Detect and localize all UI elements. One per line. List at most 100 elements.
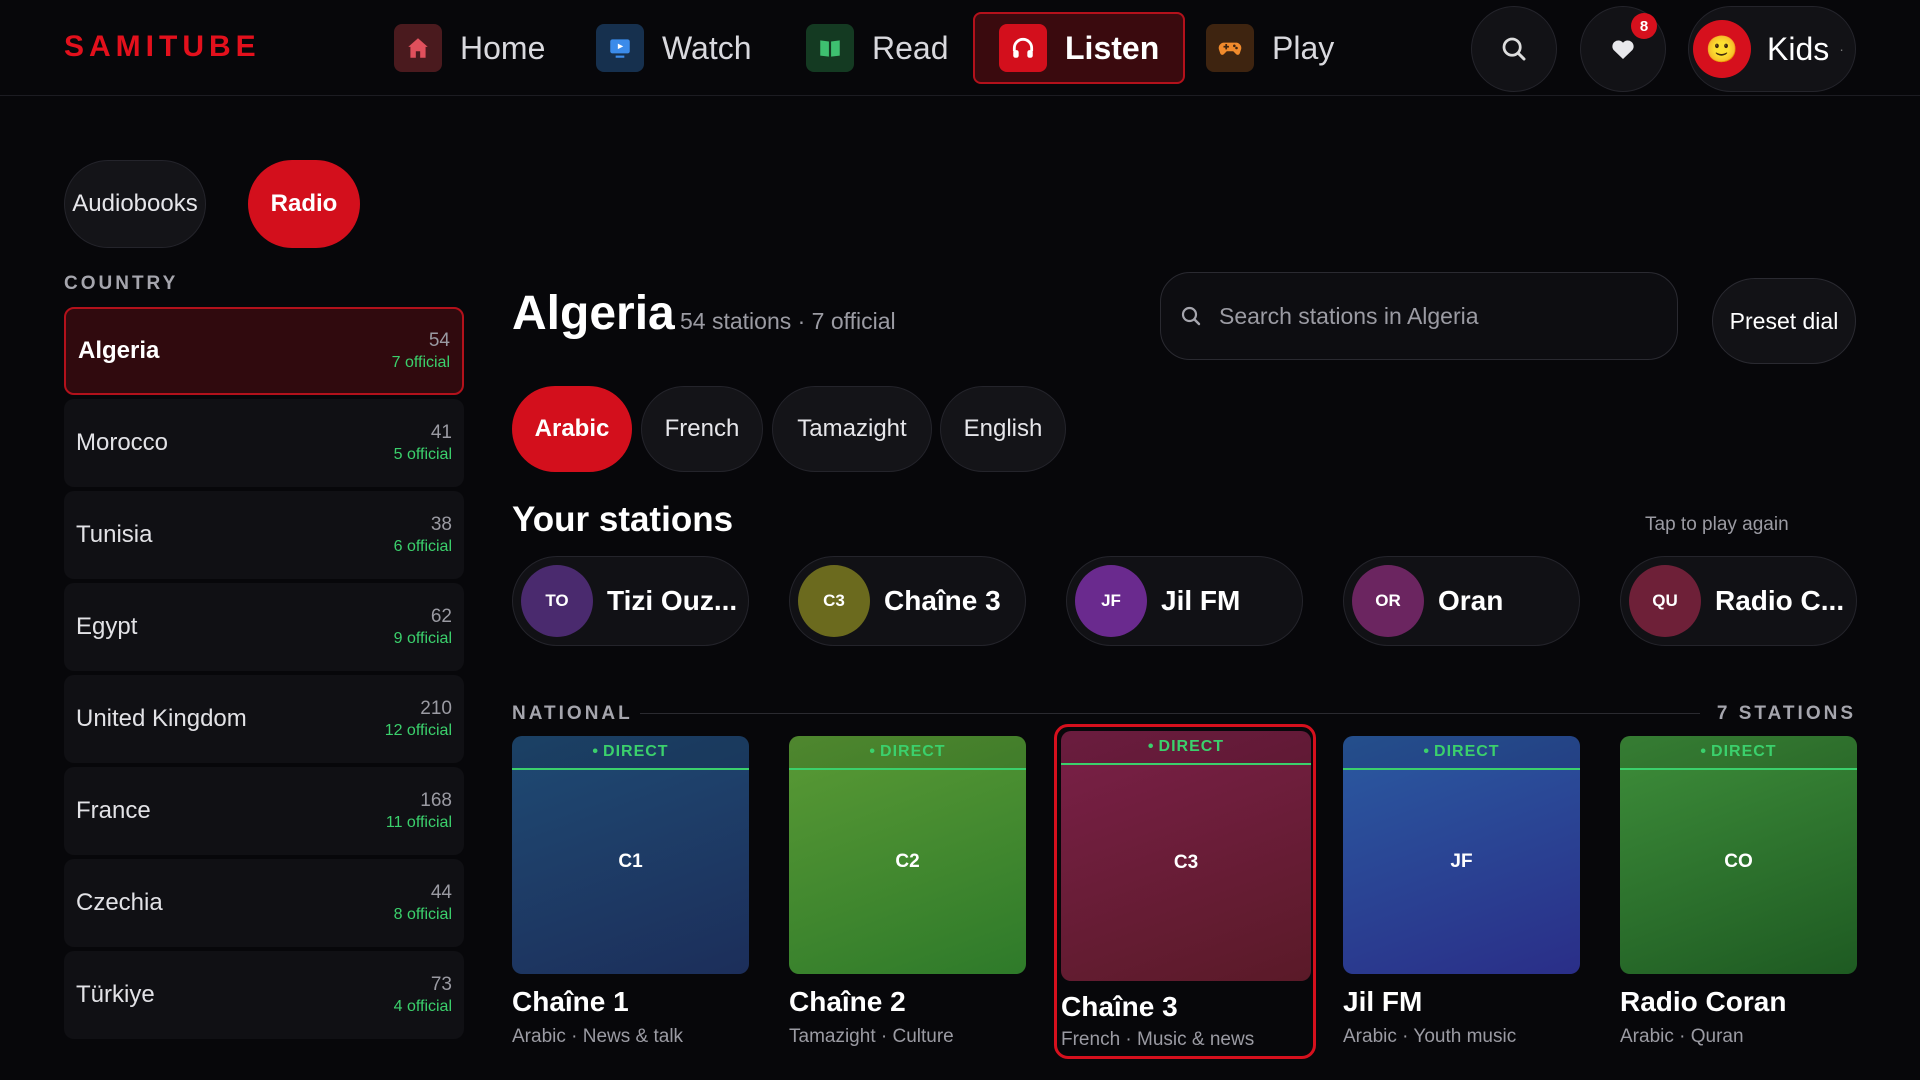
favorites-button[interactable]: 8 bbox=[1580, 6, 1666, 92]
country-official-count: 12 official bbox=[384, 722, 452, 739]
station-code: C1 bbox=[618, 851, 643, 872]
country-name: Algeria bbox=[78, 337, 160, 364]
station-avatar: C3 bbox=[798, 565, 870, 637]
gamepad-icon bbox=[1206, 24, 1254, 72]
national-section-label: NATIONAL bbox=[512, 703, 633, 724]
tv-icon bbox=[596, 24, 644, 72]
country-name: Morocco bbox=[76, 429, 169, 456]
preset-dial-button[interactable]: Preset dial bbox=[1712, 278, 1856, 364]
search-button[interactable] bbox=[1471, 6, 1557, 92]
country-item-egypt[interactable]: Egypt 62 9 official bbox=[64, 583, 464, 671]
country-section-label: COUNTRY bbox=[64, 273, 179, 294]
station-subtitle: French · Music & news bbox=[1061, 1029, 1255, 1050]
recent-station-chaine-3[interactable]: C3 Chaîne 3 bbox=[789, 556, 1026, 646]
mode-audiobooks[interactable]: Audiobooks bbox=[64, 160, 206, 248]
headphones-icon bbox=[999, 24, 1047, 72]
station-card-jil-fm[interactable]: • DIRECT JF Jil FM Arabic · Youth music bbox=[1343, 736, 1580, 1048]
station-title: Chaîne 2 bbox=[789, 986, 906, 1017]
heart-icon bbox=[1612, 40, 1634, 59]
nav-listen[interactable]: Listen bbox=[973, 12, 1186, 84]
nav-home[interactable]: Home bbox=[370, 12, 569, 84]
nav-read-label: Read bbox=[872, 29, 949, 66]
station-code: C2 bbox=[895, 851, 920, 872]
your-stations-title: Your stations bbox=[512, 500, 734, 539]
profile-avatar: 🙂 bbox=[1693, 20, 1751, 78]
station-code: CO bbox=[1724, 851, 1753, 872]
profile-switcher[interactable]: 🙂 Kids · bbox=[1688, 6, 1856, 92]
station-title: Chaîne 1 bbox=[512, 986, 629, 1017]
station-name: Tizi Ouz... bbox=[607, 585, 738, 616]
station-title: Chaîne 3 bbox=[1061, 991, 1178, 1022]
country-item-algeria[interactable]: Algeria 54 7 official bbox=[64, 307, 464, 395]
nav-play-label: Play bbox=[1272, 29, 1335, 66]
station-artwork: • DIRECT CO bbox=[1620, 736, 1857, 974]
recent-station-oran[interactable]: OR Oran bbox=[1343, 556, 1580, 646]
country-station-count: 168 bbox=[420, 790, 452, 811]
nav-watch-label: Watch bbox=[662, 29, 752, 66]
nav-play[interactable]: Play bbox=[1182, 12, 1358, 84]
country-item-tunisia[interactable]: Tunisia 38 6 official bbox=[64, 491, 464, 579]
station-name: Jil FM bbox=[1161, 585, 1241, 616]
language-tamazight[interactable]: Tamazight bbox=[772, 386, 932, 472]
country-item-morocco[interactable]: Morocco 41 5 official bbox=[64, 399, 464, 487]
recent-station-radio-coran[interactable]: QU Radio C... bbox=[1620, 556, 1857, 646]
app-logo[interactable]: SAMITUBE bbox=[64, 30, 261, 64]
page-subtitle: 54 stations · 7 official bbox=[680, 308, 896, 334]
station-card-chaine-2[interactable]: • DIRECT C2 Chaîne 2 Tamazight · Culture bbox=[789, 736, 1026, 1048]
station-avatar: TO bbox=[521, 565, 593, 637]
station-artwork: • DIRECT C2 bbox=[789, 736, 1026, 974]
station-search[interactable] bbox=[1160, 272, 1678, 360]
country-name: Türkiye bbox=[76, 981, 155, 1008]
language-french[interactable]: French bbox=[641, 386, 763, 472]
station-card-chaine-1[interactable]: • DIRECT C1 Chaîne 1 Arabic · News & talk bbox=[512, 736, 749, 1048]
nav-watch[interactable]: Watch bbox=[572, 12, 776, 84]
national-station-count: 7 STATIONS bbox=[1716, 703, 1856, 724]
station-title: Radio Coran bbox=[1620, 986, 1787, 1017]
station-avatar: JF bbox=[1075, 565, 1147, 637]
station-card-radio-coran[interactable]: • DIRECT CO Radio Coran Arabic · Quran bbox=[1620, 736, 1857, 1048]
country-official-count: 5 official bbox=[393, 446, 452, 463]
country-official-count: 9 official bbox=[393, 630, 452, 647]
country-official-count: 11 official bbox=[385, 814, 452, 831]
language-arabic[interactable]: Arabic bbox=[512, 386, 632, 472]
top-navigation: SAMITUBE Home Watch Read Listen Play 8 🙂… bbox=[0, 0, 1920, 96]
country-station-count: 41 bbox=[430, 422, 452, 443]
search-icon bbox=[1181, 306, 1201, 326]
country-name: Tunisia bbox=[76, 521, 153, 548]
station-subtitle: Arabic · Youth music bbox=[1343, 1026, 1517, 1047]
search-icon bbox=[1502, 37, 1526, 61]
country-item-france[interactable]: France 168 11 official bbox=[64, 767, 464, 855]
profile-dot: · bbox=[1839, 41, 1844, 57]
station-subtitle: Arabic · Quran bbox=[1620, 1026, 1744, 1047]
book-icon bbox=[806, 24, 854, 72]
recent-station-tizi-ouzou[interactable]: TO Tizi Ouz... bbox=[512, 556, 749, 646]
station-name: Radio C... bbox=[1715, 585, 1845, 616]
country-item-turkiye[interactable]: Türkiye 73 4 official bbox=[64, 951, 464, 1039]
nav-listen-label: Listen bbox=[1065, 29, 1160, 66]
country-official-count: 6 official bbox=[393, 538, 452, 555]
station-artwork: • DIRECT C1 bbox=[512, 736, 749, 974]
language-english[interactable]: English bbox=[940, 386, 1066, 472]
country-official-count: 7 official bbox=[391, 354, 450, 371]
country-item-czechia[interactable]: Czechia 44 8 official bbox=[64, 859, 464, 947]
country-name: United Kingdom bbox=[76, 705, 247, 732]
nav-home-label: Home bbox=[460, 29, 546, 66]
station-card-chaine-3[interactable]: • DIRECT C3 Chaîne 3 French · Music & new… bbox=[1054, 724, 1316, 1059]
station-subtitle: Tamazight · Culture bbox=[789, 1026, 954, 1047]
station-subtitle: Arabic · News & talk bbox=[512, 1026, 684, 1047]
country-name: Egypt bbox=[76, 613, 138, 640]
search-input[interactable] bbox=[1219, 302, 1659, 330]
section-divider bbox=[640, 713, 1700, 714]
country-item-united-kingdom[interactable]: United Kingdom 210 12 official bbox=[64, 675, 464, 763]
favorites-count-badge: 8 bbox=[1631, 13, 1657, 39]
country-station-count: 62 bbox=[430, 606, 452, 627]
nav-read[interactable]: Read bbox=[782, 12, 973, 84]
country-name: Czechia bbox=[76, 889, 163, 916]
station-name: Chaîne 3 bbox=[884, 585, 1001, 616]
station-name: Oran bbox=[1438, 585, 1504, 616]
country-official-count: 4 official bbox=[393, 998, 452, 1015]
station-artwork: • DIRECT JF bbox=[1343, 736, 1580, 974]
mode-radio[interactable]: Radio bbox=[248, 160, 360, 248]
country-station-count: 210 bbox=[420, 698, 452, 719]
recent-station-jil-fm[interactable]: JF Jil FM bbox=[1066, 556, 1303, 646]
